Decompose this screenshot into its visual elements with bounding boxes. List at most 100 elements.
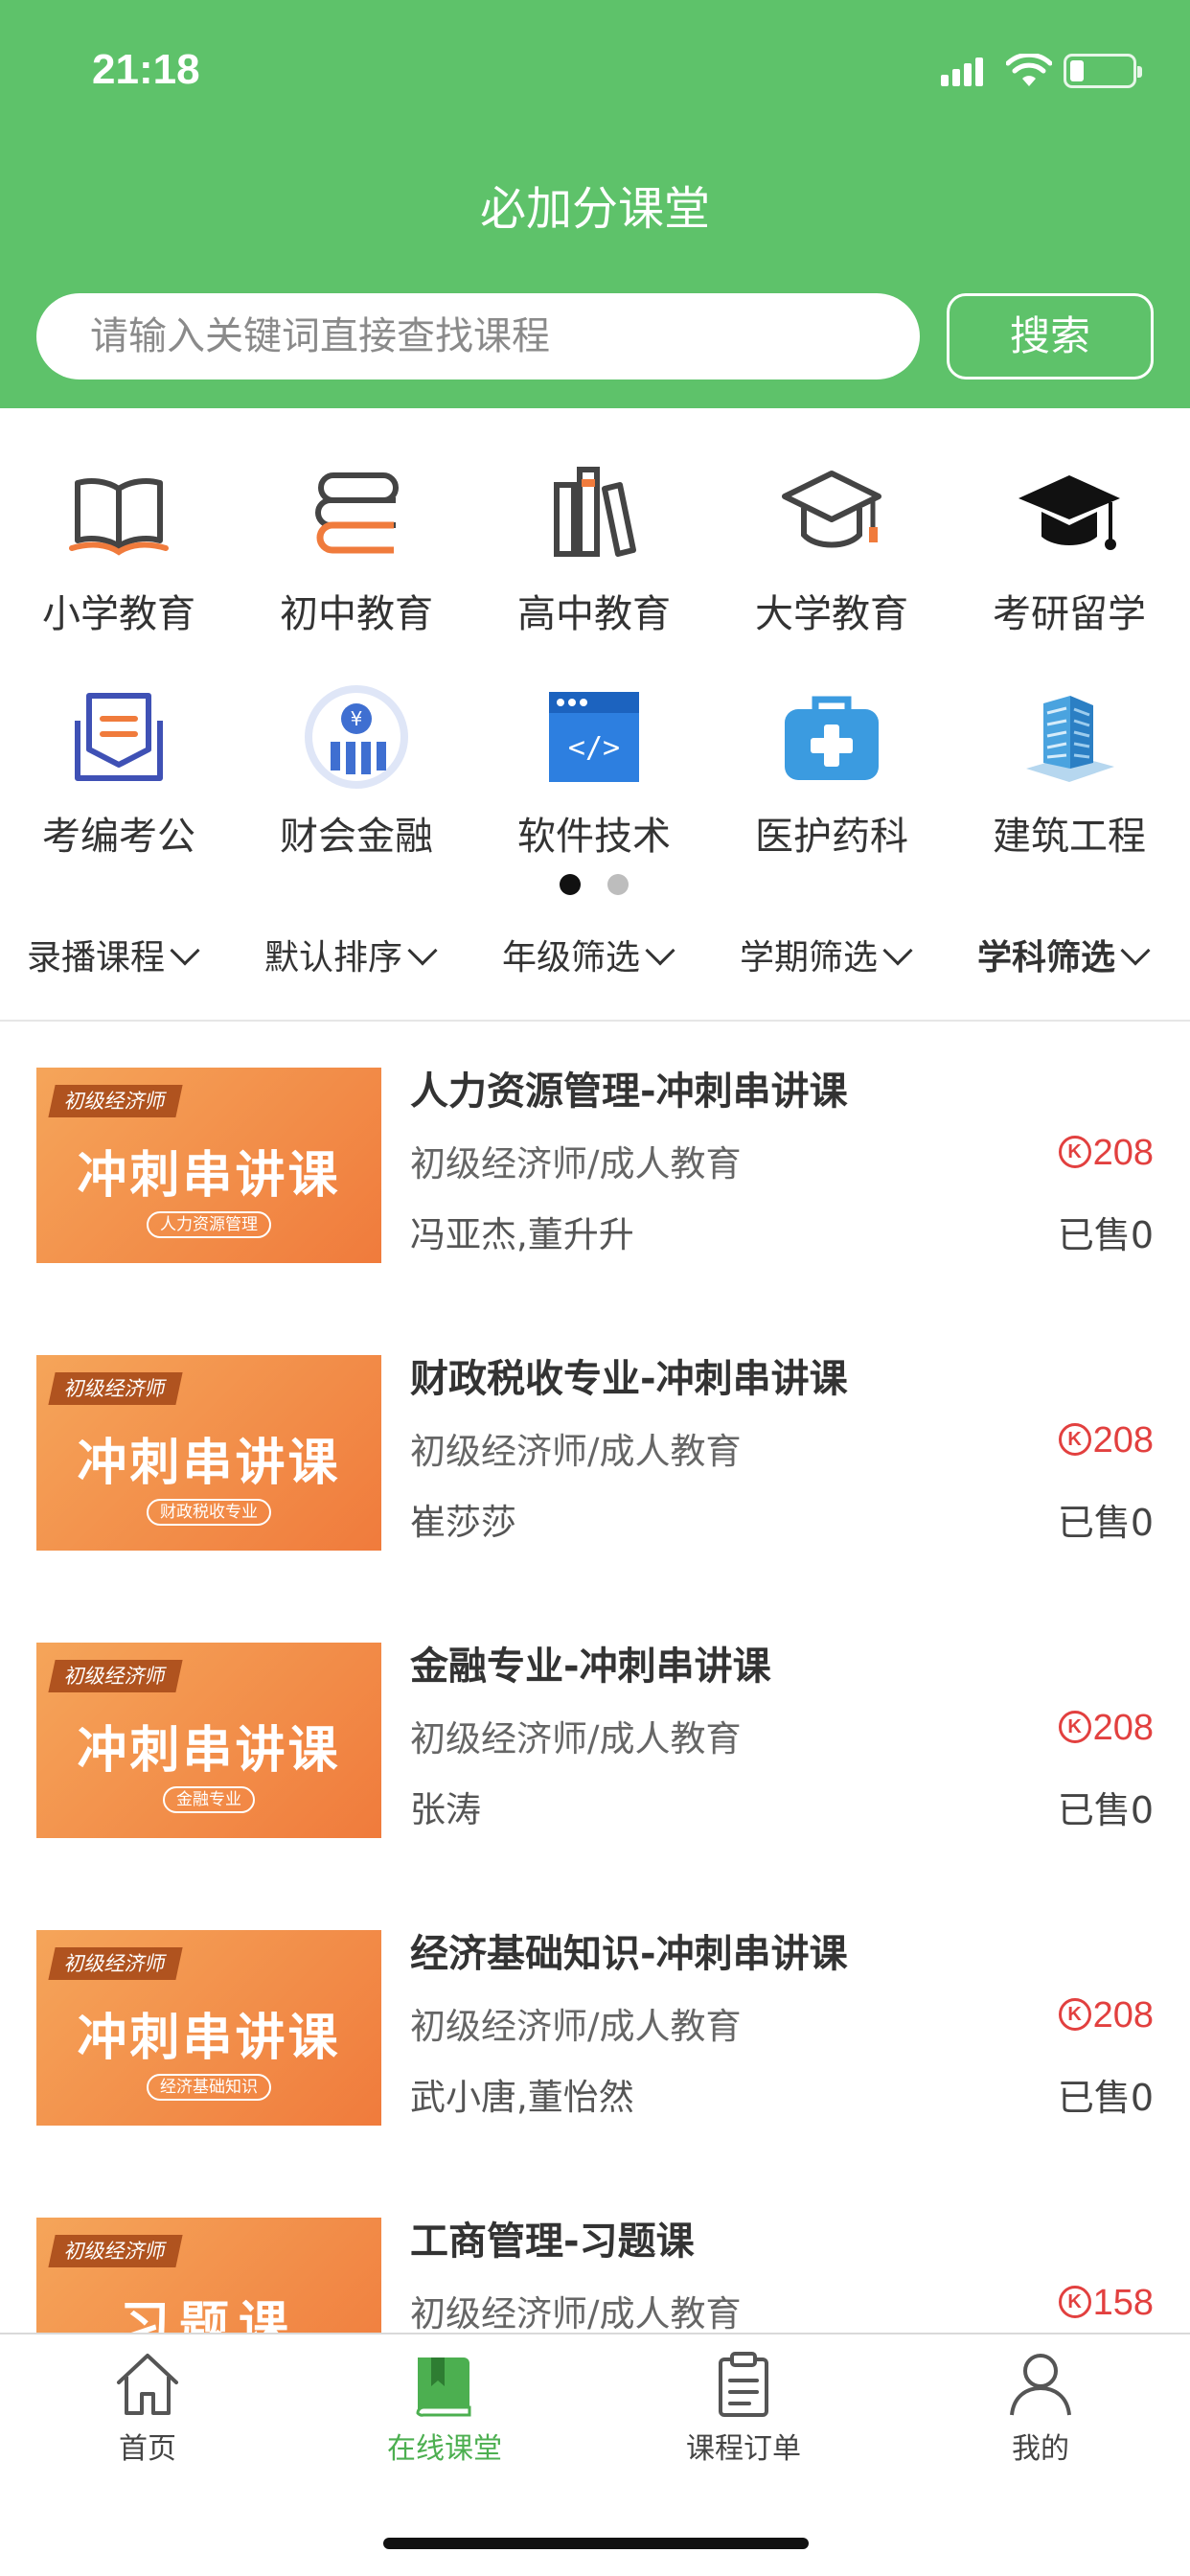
chevron-down-icon: [170, 935, 200, 966]
tab-label: 在线课堂: [387, 2432, 502, 2466]
green-book-icon: [416, 2358, 471, 2417]
category-label: 考研留学: [993, 592, 1146, 636]
course-category: 初级经济师/成人教育: [410, 2293, 742, 2333]
category-software[interactable]: </> 软件技术: [475, 682, 713, 859]
category-label: 考编考公: [42, 815, 195, 859]
category-label: 初中教育: [280, 592, 433, 636]
graduation-cap-icon: [1018, 475, 1120, 550]
filter-recorded-courses[interactable]: 录播课程: [27, 930, 200, 997]
document-shield-icon: [75, 693, 163, 781]
pager-dot[interactable]: [607, 874, 629, 895]
coin-icon: K: [1058, 2285, 1091, 2318]
course-thumbnail: 初级经济师 冲刺串讲课 人力资源管理: [36, 1068, 381, 1263]
user-icon: [1010, 2354, 1071, 2416]
category-label: 财会金融: [280, 815, 433, 859]
tab-label: 我的: [1012, 2432, 1069, 2466]
course-teacher: 张涛: [410, 1789, 481, 1830]
course-category: 初级经济师/成人教育: [410, 1143, 742, 1184]
tab-label: 首页: [119, 2432, 176, 2466]
search-input[interactable]: [90, 293, 895, 380]
filter-subject[interactable]: 学科筛选: [977, 930, 1151, 997]
tab-profile[interactable]: 我的: [945, 2348, 1136, 2472]
coin-icon: K: [1058, 1422, 1091, 1456]
category-label: 建筑工程: [993, 815, 1146, 859]
category-postgraduate[interactable]: 考研留学: [950, 460, 1188, 636]
medical-kit-icon: [785, 696, 879, 780]
course-title: 经济基础知识-冲刺串讲课: [410, 1932, 848, 1976]
course-title: 人力资源管理-冲刺串讲课: [410, 1070, 848, 1114]
tab-home[interactable]: 首页: [52, 2348, 243, 2472]
building-icon: [1026, 696, 1114, 782]
filter-default-sort[interactable]: 默认排序: [264, 930, 438, 997]
thumbnail-title: 习题课: [119, 2297, 298, 2333]
filter-label: 学期筛选: [740, 938, 879, 978]
category-middle-school[interactable]: 初中教育: [238, 460, 475, 636]
filter-label: 年级筛选: [502, 938, 641, 978]
svg-text:¥: ¥: [351, 707, 363, 730]
category-primary-school[interactable]: 小学教育: [0, 460, 238, 636]
course-thumbnail: 初级经济师 冲刺串讲课 财政税收专业: [36, 1355, 381, 1551]
course-sold: 已售0: [1057, 1789, 1154, 1831]
category-label: 大学教育: [755, 592, 908, 636]
clipboard-icon: [719, 2352, 768, 2417]
course-thumbnail: 初级经济师 习题课: [36, 2218, 381, 2333]
thumbnail-subtitle: 经济基础知识: [147, 2074, 271, 2101]
category-finance[interactable]: ¥ 财会金融: [238, 682, 475, 859]
category-medical[interactable]: 医护药科: [713, 682, 950, 859]
course-item[interactable]: 初级经济师 冲刺串讲课 人力资源管理 人力资源管理-冲刺串讲课 初级经济师/成人…: [0, 1024, 1190, 1311]
course-teacher: 崔莎莎: [410, 1502, 516, 1543]
status-time: 21:18: [92, 46, 200, 93]
course-item[interactable]: 初级经济师 冲刺串讲课 财政税收专业 财政税收专业-冲刺串讲课 初级经济师/成人…: [0, 1311, 1190, 1598]
cellular-signal-icon: [941, 58, 983, 86]
svg-text:</>: </>: [568, 731, 620, 765]
course-teacher: 武小唐,董怡然: [410, 2077, 634, 2118]
course-teacher: 冯亚杰,董升升: [410, 1214, 634, 1255]
home-icon: [117, 2354, 178, 2415]
course-category: 初级经济师/成人教育: [410, 1431, 742, 1472]
search-box[interactable]: [36, 293, 920, 380]
filter-grade[interactable]: 年级筛选: [502, 930, 675, 997]
course-title: 金融专业-冲刺串讲课: [410, 1644, 771, 1689]
filter-label: 默认排序: [264, 938, 403, 978]
header: 21:18 必加分课堂 搜索: [0, 0, 1190, 408]
thumbnail-subtitle: 金融专业: [163, 1786, 255, 1813]
thumbnail-subtitle: 财政税收专业: [147, 1499, 271, 1526]
page-title: 必加分课堂: [479, 182, 710, 236]
course-item[interactable]: 初级经济师 冲刺串讲课 经济基础知识 经济基础知识-冲刺串讲课 初级经济师/成人…: [0, 1886, 1190, 2174]
course-category: 初级经济师/成人教育: [410, 1718, 742, 1760]
thumbnail-tag: 初级经济师: [48, 1947, 183, 1980]
tab-online-class[interactable]: 在线课堂: [349, 2348, 540, 2472]
search-button[interactable]: 搜索: [947, 293, 1154, 380]
thumbnail-title: 冲刺串讲课: [77, 2010, 341, 2067]
pager-dot-active[interactable]: [560, 874, 581, 895]
course-price: K 208: [1058, 1420, 1154, 1461]
course-price: K 158: [1058, 2283, 1154, 2324]
category-university[interactable]: 大学教育: [713, 460, 950, 636]
category-civil-service[interactable]: 考编考公: [0, 682, 238, 859]
course-sold: 已售0: [1057, 1502, 1154, 1544]
course-item[interactable]: 初级经济师 习题课 工商管理-习题课 初级经济师/成人教育 K 158: [0, 2174, 1190, 2333]
thumbnail-subtitle: 人力资源管理: [147, 1211, 271, 1238]
thumbnail-tag: 初级经济师: [48, 1660, 183, 1692]
chevron-down-icon: [1120, 935, 1151, 966]
tab-course-orders[interactable]: 课程订单: [648, 2348, 839, 2472]
filter-label: 学科筛选: [977, 938, 1116, 978]
coin-icon: K: [1058, 1135, 1091, 1168]
course-item[interactable]: 初级经济师 冲刺串讲课 金融专业 金融专业-冲刺串讲课 初级经济师/成人教育 张…: [0, 1598, 1190, 1886]
filter-bar: 录播课程 默认排序 年级筛选 学期筛选 学科筛选: [0, 930, 1190, 1022]
coin-icon: K: [1058, 1710, 1091, 1743]
book-stack-icon: [315, 472, 399, 554]
category-label: 高中教育: [517, 592, 671, 636]
home-indicator: [383, 2538, 809, 2549]
thumbnail-title: 冲刺串讲课: [77, 1722, 341, 1780]
course-category: 初级经济师/成人教育: [410, 2006, 742, 2047]
category-high-school[interactable]: 高中教育: [475, 460, 713, 636]
category-label: 小学教育: [42, 592, 195, 636]
filter-semester[interactable]: 学期筛选: [740, 930, 913, 997]
course-price: K 208: [1058, 1995, 1154, 2036]
category-construction[interactable]: 建筑工程: [950, 682, 1188, 859]
coin-icon: K: [1058, 1997, 1091, 2031]
course-title: 工商管理-习题课: [410, 2220, 695, 2264]
course-price: K 208: [1058, 1133, 1154, 1174]
code-window-icon: </>: [549, 692, 639, 782]
